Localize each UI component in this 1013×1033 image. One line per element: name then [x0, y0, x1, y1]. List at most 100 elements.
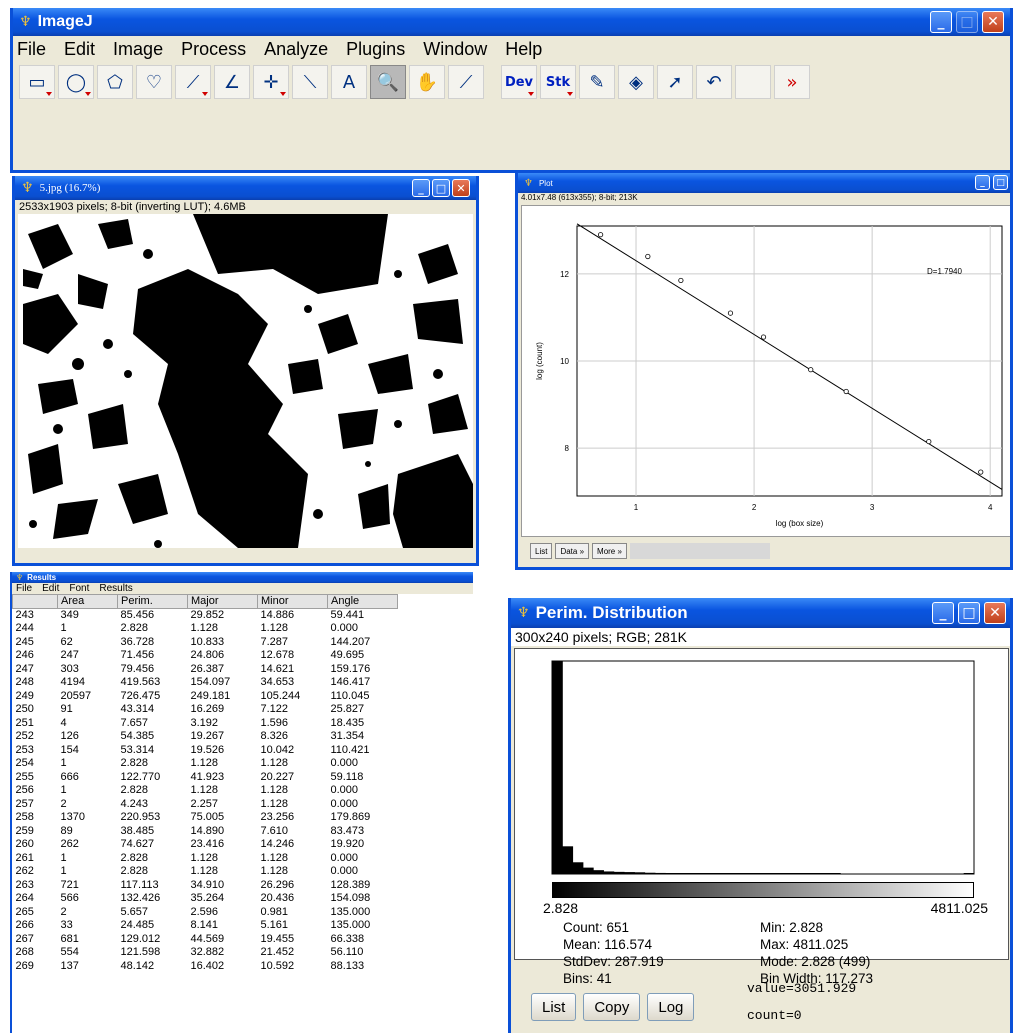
histogram-bar [593, 870, 604, 874]
stk-tool[interactable]: Stk [540, 65, 576, 99]
polygon-tool-icon[interactable]: ⬠ [97, 65, 133, 99]
menu-help[interactable]: Help [505, 39, 542, 60]
table-row[interactable]: 268 554 121.598 32.882 21.452 56.110 [13, 946, 398, 960]
table-row[interactable]: 243 349 85.456 29.852 14.886 59.441 [13, 608, 398, 622]
minimize-icon[interactable]: _ [975, 175, 990, 190]
blank-tool[interactable] [735, 65, 771, 99]
table-cell: 257 [15, 797, 34, 810]
table-row[interactable]: 255 666 122.770 41.923 20.227 59.118 [13, 770, 398, 784]
minimize-icon[interactable]: _ [930, 11, 952, 33]
line-tool-icon[interactable]: ⟋ [175, 65, 211, 99]
table-row[interactable]: 253 154 53.314 19.526 10.042 110.421 [13, 743, 398, 757]
table-row[interactable]: 260 262 74.627 23.416 14.246 19.920 [13, 838, 398, 852]
table-row[interactable]: 246 247 71.456 24.806 12.678 49.695 [13, 649, 398, 663]
angle-tool-icon[interactable]: ∠ [214, 65, 250, 99]
arrow-tool-icon[interactable]: ➚ [657, 65, 693, 99]
table-row[interactable]: 265 2 5.657 2.596 0.981 135.000 [13, 905, 398, 919]
histogram[interactable] [515, 649, 1008, 879]
maximize-icon[interactable]: □ [993, 175, 1008, 190]
table-row[interactable]: 259 89 38.485 14.890 7.610 83.473 [13, 824, 398, 838]
perim-copy-button[interactable]: Copy [583, 993, 641, 1021]
fill-tool-icon[interactable]: ◈ [618, 65, 654, 99]
table-row[interactable]: 245 62 36.728 10.833 7.287 144.207 [13, 635, 398, 649]
table-row[interactable]: 256 1 2.828 1.128 1.128 0.000 [13, 784, 398, 798]
table-row[interactable]: 263 721 117.113 34.910 26.296 128.389 [13, 878, 398, 892]
perim-title-bar[interactable]: ♆ Perim. Distribution _ □ ✕ [511, 598, 1010, 628]
menu-analyze[interactable]: Analyze [264, 39, 328, 60]
table-row[interactable]: 247 303 79.456 26.387 14.621 159.176 [13, 662, 398, 676]
perim-log-button[interactable]: Log [647, 993, 695, 1021]
column-header[interactable] [12, 594, 58, 609]
dropdown-arrow-icon [528, 92, 534, 96]
close-icon[interactable]: ✕ [984, 602, 1006, 624]
maximize-icon[interactable]: □ [432, 179, 450, 197]
table-cell: 14.621 [260, 662, 295, 675]
menu-edit[interactable]: Edit [64, 39, 95, 60]
close-icon[interactable]: ✕ [452, 179, 470, 197]
table-row[interactable]: 258 1370 220.953 75.005 23.256 179.869 [13, 811, 398, 825]
plot-list-button[interactable]: List [530, 543, 553, 559]
dev-tool[interactable]: Dev [501, 65, 537, 99]
table-row[interactable]: 250 91 43.314 16.269 7.122 25.827 [13, 703, 398, 717]
results-menu-file[interactable]: File [16, 583, 32, 594]
table-row[interactable]: 264 566 132.426 35.264 20.436 154.098 [13, 892, 398, 906]
dropper-tool-icon[interactable]: ⟋ [448, 65, 484, 99]
menu-file[interactable]: File [17, 39, 46, 60]
table-row[interactable]: 266 33 24.485 8.141 5.161 135.000 [13, 919, 398, 933]
menu-process[interactable]: Process [181, 39, 246, 60]
curve-tool-icon[interactable]: ↶ [696, 65, 732, 99]
more-tools-icon[interactable]: » [774, 65, 810, 99]
rectangle-tool-icon[interactable]: ▭ [19, 65, 55, 99]
histogram-bar [696, 873, 707, 874]
table-row[interactable]: 248 4194 419.563 154.097 34.653 146.417 [13, 676, 398, 690]
plot-title-bar[interactable]: ♆ Plot _ □ [518, 173, 1010, 193]
menu-image[interactable]: Image [113, 39, 163, 60]
wand-tool-icon[interactable]: ⟍ [292, 65, 328, 99]
table-cell: 566 [60, 892, 79, 905]
plot-area[interactable]: 1 2 3 481012 D=1.7940log (box size)log (coun… [522, 206, 1012, 536]
results-menu-font[interactable]: Font [69, 583, 89, 594]
results-menu-results[interactable]: Results [99, 583, 132, 594]
stat-right: Max: 4811.025 [760, 937, 849, 952]
table-row[interactable]: 257 2 4.243 2.257 1.128 0.000 [13, 797, 398, 811]
table-row[interactable]: 251 4 7.657 3.192 1.596 18.435 [13, 716, 398, 730]
table-row[interactable]: 249 20597 726.475 249.181 105.244 110.045 [13, 689, 398, 703]
maximize-icon[interactable]: □ [956, 11, 978, 33]
minimize-icon[interactable]: _ [412, 179, 430, 197]
table-row[interactable]: 252 126 54.385 19.267 8.326 31.354 [13, 730, 398, 744]
column-header[interactable]: Minor [257, 594, 328, 609]
main-title-bar[interactable]: ♆ ImageJ _ □ ✕ [13, 8, 1010, 36]
menu-plugins[interactable]: Plugins [346, 39, 405, 60]
minimize-icon[interactable]: _ [932, 602, 954, 624]
column-header[interactable]: Major [187, 594, 258, 609]
hand-tool-icon[interactable]: ✋ [409, 65, 445, 99]
main-title: ImageJ [37, 13, 93, 30]
column-header[interactable]: Angle [327, 594, 398, 609]
menu-window[interactable]: Window [423, 39, 487, 60]
image-title-bar[interactable]: ♆ 5.jpg (16.7%) _ □ ✕ [15, 176, 476, 200]
close-icon[interactable]: ✕ [982, 11, 1004, 33]
brush-tool-icon[interactable]: ✎ [579, 65, 615, 99]
point-tool-icon[interactable]: ✛ [253, 65, 289, 99]
perim-list-button[interactable]: List [531, 993, 577, 1021]
value-readout: value=3051.929 [747, 981, 857, 996]
text-tool-icon[interactable]: A [331, 65, 367, 99]
table-row[interactable]: 262 1 2.828 1.128 1.128 0.000 [13, 865, 398, 879]
magnifier-tool-icon[interactable]: 🔍 [370, 65, 406, 99]
table-row[interactable]: 267 681 129.012 44.569 19.455 66.338 [13, 932, 398, 946]
table-row[interactable]: 244 1 2.828 1.128 1.128 0.000 [13, 622, 398, 636]
column-header[interactable]: Area [57, 594, 118, 609]
maximize-icon[interactable]: □ [958, 602, 980, 624]
results-menu-edit[interactable]: Edit [42, 583, 59, 594]
table-row[interactable]: 269 137 48.142 16.402 10.592 88.133 [13, 959, 398, 973]
column-header[interactable]: Perim. [117, 594, 188, 609]
results-title-bar[interactable]: ♆ Results [12, 572, 473, 583]
binary-image[interactable] [18, 214, 473, 548]
oval-tool-icon[interactable]: ◯ [58, 65, 94, 99]
freehand-tool-icon[interactable]: ♡ [136, 65, 172, 99]
plot-more-button[interactable]: More » [592, 543, 627, 559]
table-row[interactable]: 261 1 2.828 1.128 1.128 0.000 [13, 851, 398, 865]
table-cell: 1.128 [190, 784, 219, 797]
plot-data-button[interactable]: Data » [555, 543, 590, 559]
table-row[interactable]: 254 1 2.828 1.128 1.128 0.000 [13, 757, 398, 771]
